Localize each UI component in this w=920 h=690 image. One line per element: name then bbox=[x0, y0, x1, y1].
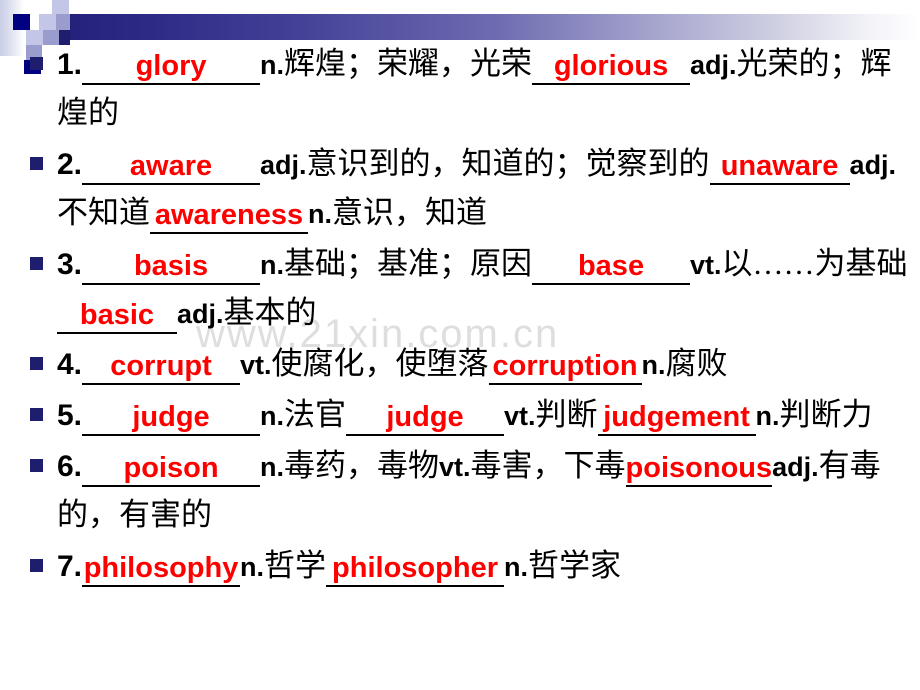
vocabulary-item: 1. glory n.辉煌；荣耀，光荣 glorious adj.光荣的；辉煌的 bbox=[0, 40, 920, 138]
deco-square-2 bbox=[13, 14, 30, 30]
part-of-speech-label: n. bbox=[308, 199, 332, 229]
answer-blank[interactable]: glorious bbox=[532, 49, 691, 85]
bullet-square-icon bbox=[30, 57, 43, 70]
answer-blank[interactable]: aware bbox=[82, 149, 261, 185]
vocabulary-item: 3. basis n.基础；基准；原因 base vt.以……为基础 basic adj.基… bbox=[0, 240, 920, 338]
chinese-gloss: 使腐化，使堕落 bbox=[271, 346, 489, 381]
bullet-square-icon bbox=[30, 257, 43, 270]
answer-blank[interactable]: unaware bbox=[709, 149, 850, 185]
answer-blank[interactable]: basis bbox=[82, 249, 261, 285]
part-of-speech-label: vt. bbox=[439, 452, 471, 482]
vocabulary-item: 2. aware adj.意识到的，知道的；觉察到的 unaware adj.不知道 aw… bbox=[0, 140, 920, 238]
answer-blank[interactable]: awareness bbox=[150, 198, 308, 234]
chinese-gloss: 毒药，毒物 bbox=[284, 448, 440, 483]
slide-canvas: www.21xin.com.cn 1. glory n.辉煌；荣耀，光荣 glorio… bbox=[0, 0, 920, 690]
answer-blank[interactable]: philosopher bbox=[326, 551, 505, 587]
vocabulary-item: 7.philosophyn.哲学 philosopher n.哲学家 bbox=[0, 542, 920, 591]
part-of-speech-label: n. bbox=[260, 50, 285, 80]
part-of-speech-label: adj. bbox=[849, 150, 897, 180]
answer-blank[interactable]: poisonous bbox=[625, 451, 773, 487]
item-number: 6. bbox=[57, 450, 83, 483]
answer-blank[interactable]: judge bbox=[82, 400, 261, 436]
answer-blank[interactable]: philosophy bbox=[82, 551, 241, 587]
chinese-gloss: 法官 bbox=[284, 397, 347, 432]
answer-blank[interactable]: judgement bbox=[597, 400, 756, 436]
chinese-gloss: 意识，知道 bbox=[332, 195, 487, 230]
item-number: 5. bbox=[57, 399, 83, 432]
part-of-speech-label: n. bbox=[240, 552, 265, 582]
chinese-gloss: 基本的 bbox=[223, 295, 317, 330]
answer-blank[interactable]: corrupt bbox=[82, 349, 241, 385]
item-number: 4. bbox=[57, 348, 83, 381]
answer-blank[interactable]: judge bbox=[346, 400, 505, 436]
chinese-gloss: 哲学 bbox=[264, 548, 327, 583]
item-number: 2. bbox=[57, 148, 83, 181]
part-of-speech-label: adj. bbox=[772, 452, 819, 482]
chinese-gloss: 腐败 bbox=[665, 346, 728, 381]
answer-blank[interactable]: base bbox=[532, 249, 691, 285]
chinese-gloss: 基础；基准；原因 bbox=[284, 246, 533, 281]
part-of-speech-label: n. bbox=[641, 350, 666, 380]
answer-blank[interactable]: basic bbox=[57, 298, 177, 334]
part-of-speech-label: adj. bbox=[177, 299, 224, 329]
chinese-gloss: 以……为基础 bbox=[721, 246, 908, 281]
deco-square-3 bbox=[39, 14, 56, 30]
chinese-gloss: 判断力 bbox=[779, 397, 873, 432]
part-of-speech-label: n. bbox=[260, 250, 285, 280]
vocabulary-list: 1. glory n.辉煌；荣耀，光荣 glorious adj.光荣的；辉煌的 2. aw… bbox=[0, 40, 920, 591]
vocabulary-item: 6. poison n.毒药，毒物vt.毒害，下毒poisonousadj.有毒的，… bbox=[0, 442, 920, 540]
chinese-gloss: 哲学家 bbox=[528, 548, 622, 583]
bullet-square-icon bbox=[30, 408, 43, 421]
chinese-gloss: 判断 bbox=[535, 397, 598, 432]
answer-blank[interactable]: poison bbox=[82, 451, 261, 487]
vocabulary-item: 4. corrupt vt.使腐化，使堕落 corruption n.腐败 bbox=[0, 340, 920, 389]
header-title-bar bbox=[69, 14, 920, 40]
vocabulary-item: 5. judge n.法官 judge vt.判断 judgement n.判断力 bbox=[0, 391, 920, 440]
chinese-gloss: 不知道 bbox=[57, 195, 150, 230]
answer-blank[interactable]: corruption bbox=[488, 349, 642, 385]
bullet-square-icon bbox=[30, 157, 43, 170]
bullet-square-icon bbox=[30, 357, 43, 370]
part-of-speech-label: n. bbox=[260, 452, 285, 482]
part-of-speech-label: vt. bbox=[240, 350, 272, 380]
part-of-speech-label: adj. bbox=[260, 150, 307, 180]
chinese-gloss: 毒害，下毒 bbox=[470, 448, 626, 483]
answer-blank[interactable]: glory bbox=[82, 49, 261, 85]
bullet-square-icon bbox=[30, 559, 43, 572]
item-number: 1. bbox=[57, 48, 83, 81]
part-of-speech-label: vt. bbox=[504, 401, 536, 431]
deco-square-4 bbox=[56, 14, 70, 30]
part-of-speech-label: n. bbox=[755, 401, 780, 431]
part-of-speech-label: adj. bbox=[690, 50, 737, 80]
deco-square-1 bbox=[52, 0, 69, 14]
part-of-speech-label: vt. bbox=[690, 250, 722, 280]
part-of-speech-label: n. bbox=[504, 552, 529, 582]
bullet-square-icon bbox=[30, 459, 43, 472]
part-of-speech-label: n. bbox=[260, 401, 285, 431]
chinese-gloss: 意识到的，知道的；觉察到的 bbox=[306, 146, 710, 181]
item-number: 7. bbox=[57, 550, 83, 583]
chinese-gloss: 辉煌；荣耀，光荣 bbox=[284, 46, 533, 81]
item-number: 3. bbox=[57, 248, 83, 281]
